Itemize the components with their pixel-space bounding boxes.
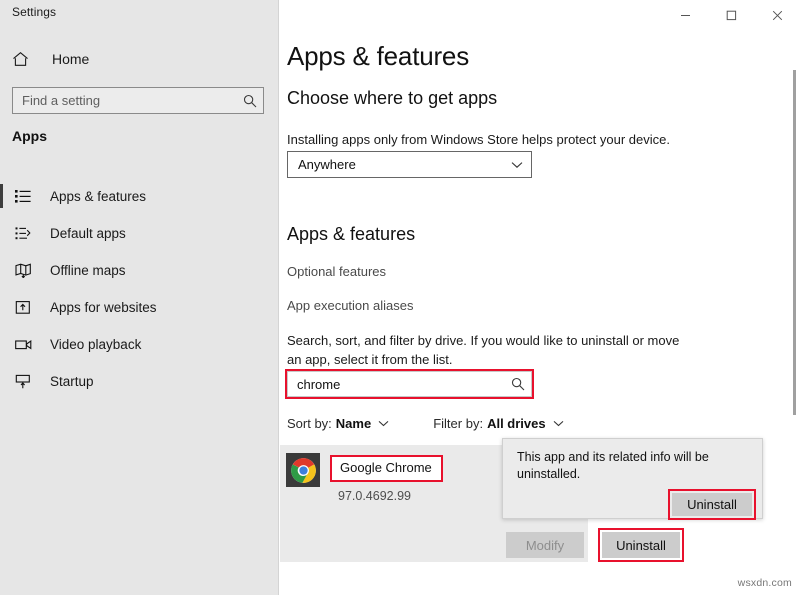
optional-features-link[interactable]: Optional features [287, 264, 386, 279]
sidebar: Settings Home Apps [0, 0, 278, 595]
filter-by-dropdown[interactable]: Filter by: All drives [433, 416, 563, 431]
sidebar-item-label: Default apps [50, 226, 126, 241]
get-apps-heading: Choose where to get apps [287, 88, 497, 109]
home-icon [12, 49, 38, 69]
selection-indicator [0, 221, 3, 245]
sort-by-value: Name [336, 416, 371, 431]
sidebar-item-video-playback[interactable]: Video playback [0, 326, 278, 363]
search-icon[interactable] [237, 88, 263, 113]
sidebar-item-startup[interactable]: Startup [0, 363, 278, 400]
chevron-down-icon [553, 420, 564, 427]
app-version: 97.0.4692.99 [338, 489, 411, 503]
search-input[interactable] [13, 88, 237, 113]
selection-indicator [0, 369, 3, 393]
sidebar-item-label: Offline maps [50, 263, 126, 278]
selection-indicator [0, 332, 3, 356]
sidebar-home-label: Home [52, 51, 89, 67]
sidebar-item-apps-features[interactable]: Apps & features [0, 178, 278, 215]
sort-filter-row: Sort by: Name Filter by: All drives [287, 416, 564, 431]
get-apps-dropdown[interactable]: Anywhere [287, 151, 532, 178]
content-divider [278, 0, 279, 595]
modify-button: Modify [506, 532, 584, 558]
vertical-scrollbar[interactable] [793, 70, 796, 415]
app-list-search-box[interactable] [287, 371, 532, 397]
settings-search-box[interactable] [12, 87, 264, 114]
window-controls [640, 0, 800, 30]
chevron-down-icon [503, 161, 531, 169]
app-title: Settings [12, 5, 56, 19]
main-content: Apps & features Choose where to get apps… [278, 0, 800, 595]
sidebar-item-apps-for-websites[interactable]: Apps for websites [0, 289, 278, 326]
modify-button-wrap: Modify [506, 532, 584, 558]
selection-indicator [0, 295, 3, 319]
apps-features-description: Search, sort, and filter by drive. If yo… [287, 331, 687, 369]
app-name: Google Chrome [340, 460, 432, 475]
sidebar-item-label: Startup [50, 374, 94, 389]
sidebar-nav: Apps & features Default apps [0, 178, 278, 400]
sidebar-item-label: Apps & features [50, 189, 146, 204]
sidebar-item-label: Apps for websites [50, 300, 157, 315]
maximize-button[interactable] [708, 0, 754, 30]
flyout-uninstall-button[interactable]: Uninstall [672, 493, 752, 516]
uninstall-confirmation-flyout: This app and its related info will be un… [502, 438, 763, 519]
sort-by-dropdown[interactable]: Sort by: Name [287, 416, 389, 431]
page-title: Apps & features [287, 41, 469, 72]
watermark: wsxdn.com [738, 577, 792, 589]
flyout-uninstall-highlight: Uninstall [668, 489, 756, 520]
apps-features-heading: Apps & features [287, 224, 415, 245]
selection-indicator [0, 258, 3, 282]
video-camera-icon [12, 335, 34, 355]
app-execution-aliases-link[interactable]: App execution aliases [287, 298, 413, 313]
selection-indicator [0, 184, 3, 208]
app-name-highlight: Google Chrome [330, 455, 443, 482]
list-icon [12, 187, 34, 207]
filter-by-label: Filter by: [433, 416, 483, 431]
sidebar-item-default-apps[interactable]: Default apps [0, 215, 278, 252]
get-apps-description: Installing apps only from Windows Store … [287, 130, 707, 149]
sidebar-item-label: Video playback [50, 337, 141, 352]
settings-window: Settings Home Apps [0, 0, 800, 595]
startup-monitor-icon [12, 372, 34, 392]
minimize-button[interactable] [662, 0, 708, 30]
sidebar-section-heading: Apps [12, 128, 47, 144]
uninstall-button[interactable]: Uninstall [602, 532, 680, 558]
sidebar-item-offline-maps[interactable]: Offline maps [0, 252, 278, 289]
uninstall-button-highlight: Uninstall [598, 528, 684, 562]
default-apps-icon [12, 224, 34, 244]
app-action-buttons: Modify Uninstall [506, 528, 684, 562]
app-search-input[interactable] [288, 372, 505, 396]
filter-by-value: All drives [487, 416, 546, 431]
sort-by-label: Sort by: [287, 416, 332, 431]
search-icon[interactable] [505, 377, 531, 391]
flyout-message: This app and its related info will be un… [517, 449, 727, 483]
close-button[interactable] [754, 0, 800, 30]
app-website-icon [12, 298, 34, 318]
dropdown-value: Anywhere [288, 157, 503, 172]
chrome-icon [286, 453, 320, 487]
map-download-icon [12, 261, 34, 281]
chevron-down-icon [378, 420, 389, 427]
sidebar-item-home[interactable]: Home [0, 45, 278, 73]
